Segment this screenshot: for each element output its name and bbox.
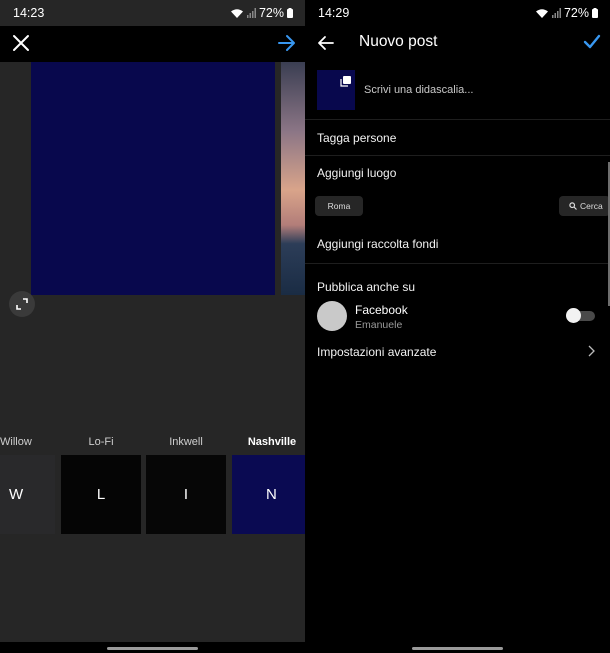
photo-preview-carousel[interactable] — [0, 62, 305, 295]
status-icons: 72% — [230, 6, 293, 20]
battery-icon — [592, 8, 598, 18]
filter-thumb-willow[interactable]: W — [0, 455, 55, 534]
filter-thumb-inkwell[interactable]: I — [146, 455, 226, 534]
new-post-header: Nuovo post — [305, 26, 610, 62]
back-arrow-icon[interactable] — [317, 34, 335, 52]
divider — [305, 119, 610, 120]
expand-button[interactable] — [9, 291, 35, 317]
battery-percent: 72% — [258, 6, 284, 20]
close-icon[interactable] — [12, 34, 30, 52]
search-icon — [569, 202, 577, 210]
system-nav-bar — [305, 642, 610, 653]
signal-icon — [551, 8, 561, 18]
avatar — [317, 301, 347, 331]
checkmark-icon[interactable] — [583, 33, 601, 51]
page-title: Nuovo post — [359, 33, 438, 50]
location-suggestion-chip[interactable]: Roma — [315, 196, 363, 216]
filter-label-willow: Willow — [0, 436, 32, 448]
chevron-right-icon[interactable] — [587, 345, 595, 357]
next-photo-preview[interactable] — [281, 62, 305, 295]
divider — [305, 155, 610, 156]
wifi-icon — [230, 8, 243, 18]
expand-icon — [16, 298, 28, 310]
status-icons: 72% — [535, 6, 598, 20]
battery-percent: 72% — [563, 6, 589, 20]
filter-editor-screen: 14:23 72% Willow Lo-Fi Inkwell Nashville… — [0, 0, 305, 653]
add-fundraiser-row[interactable]: Aggiungi raccolta fondi — [317, 237, 438, 251]
tag-people-row[interactable]: Tagga persone — [317, 131, 396, 145]
search-chip-label: Cerca — [580, 201, 603, 211]
status-time: 14:23 — [13, 6, 45, 20]
home-indicator[interactable] — [412, 647, 503, 650]
multiple-photos-icon — [340, 76, 351, 87]
wifi-icon — [535, 8, 548, 18]
divider — [305, 263, 610, 264]
status-bar: 14:23 72% — [0, 0, 305, 26]
status-time: 14:29 — [318, 6, 350, 20]
status-bar: 14:29 72% — [305, 0, 610, 26]
battery-icon — [287, 8, 293, 18]
system-nav-bar — [0, 642, 305, 653]
advanced-settings-row[interactable]: Impostazioni avanzate — [317, 345, 436, 359]
also-post-on-heading: Pubblica anche su — [317, 280, 416, 294]
filter-label-inkwell: Inkwell — [169, 436, 203, 448]
facebook-account-name: Emanuele — [355, 319, 403, 331]
filter-letter: I — [183, 486, 189, 503]
filter-letter: L — [96, 486, 106, 503]
new-post-screen: 14:29 72% Nuovo post Scrivi una didascal… — [305, 0, 610, 653]
next-arrow-icon[interactable] — [277, 34, 297, 52]
filter-label-lofi: Lo-Fi — [88, 436, 114, 448]
filter-letter: W — [9, 486, 24, 503]
add-location-row[interactable]: Aggiungi luogo — [317, 166, 396, 180]
location-chip-label: Roma — [327, 201, 351, 211]
home-indicator[interactable] — [107, 647, 198, 650]
location-search-chip[interactable]: Cerca — [559, 196, 610, 216]
facebook-toggle-knob[interactable] — [566, 308, 581, 323]
caption-input[interactable]: Scrivi una didascalia... — [364, 84, 473, 96]
filter-thumb-lofi[interactable]: L — [61, 455, 141, 534]
filter-strip: Willow Lo-Fi Inkwell Nashville W L I N — [0, 436, 305, 536]
editor-top-bar — [0, 26, 305, 62]
signal-icon — [246, 8, 256, 18]
photo-preview[interactable] — [31, 62, 275, 295]
filter-label-nashville: Nashville — [247, 436, 297, 448]
filter-letter: N — [266, 486, 277, 503]
filter-thumb-nashville[interactable]: N — [232, 455, 305, 534]
post-thumbnail — [317, 70, 355, 110]
facebook-label: Facebook — [355, 303, 408, 317]
